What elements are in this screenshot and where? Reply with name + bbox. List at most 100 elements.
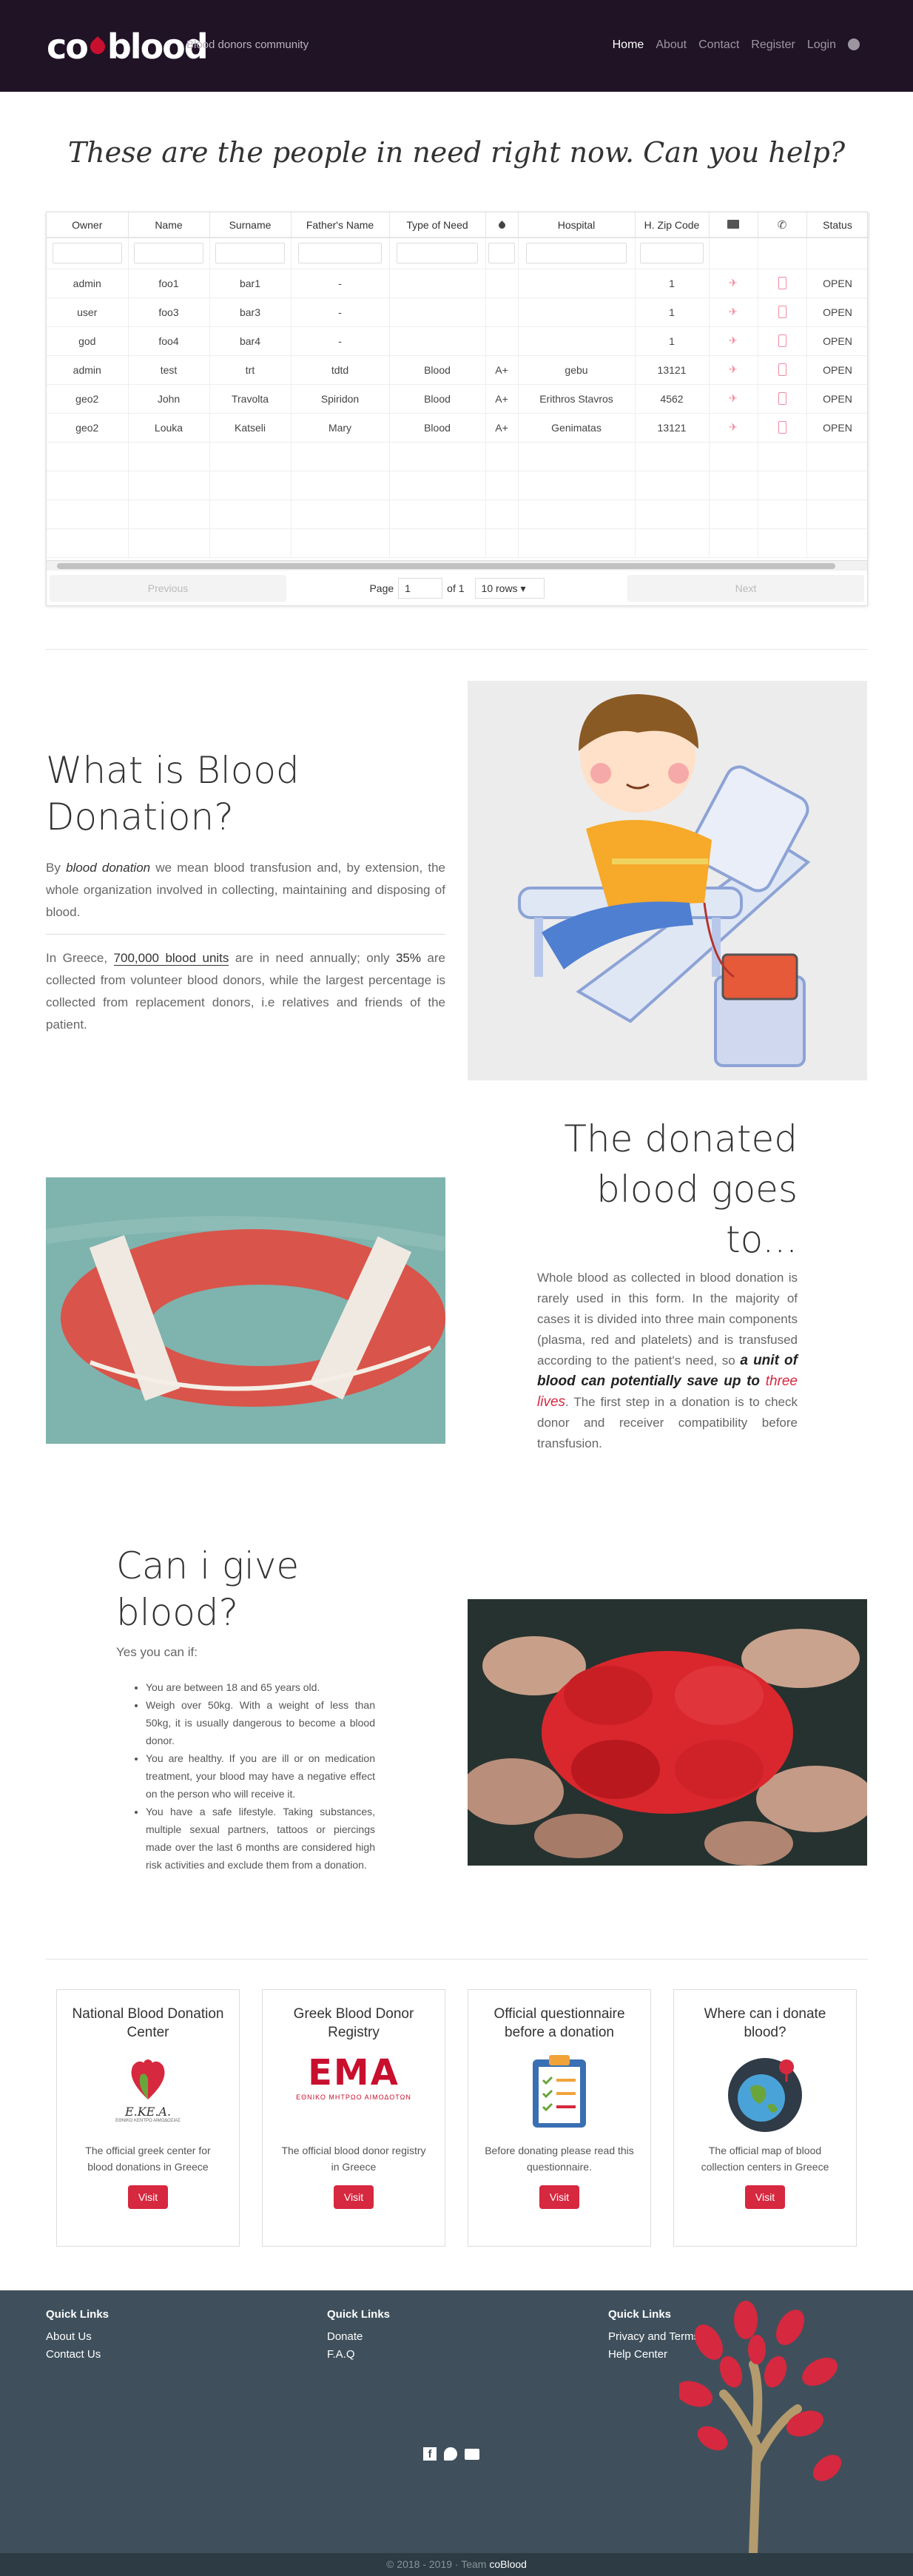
footer-link-about[interactable]: About Us	[46, 2328, 109, 2346]
table-cell	[518, 471, 636, 500]
mobile-phone-icon[interactable]	[778, 334, 786, 348]
card-text: The official blood donor registry in Gre…	[281, 2145, 426, 2173]
social-links: f	[423, 2447, 479, 2461]
table-cell: Katseli	[209, 413, 292, 443]
nav-about[interactable]: About	[656, 38, 687, 52]
facebook-icon[interactable]: f	[423, 2447, 437, 2461]
table-row[interactable]: admin test trt tdtd Blood A+ gebu 13121 ✈ OPEN	[47, 355, 869, 385]
mobile-phone-icon[interactable]	[778, 392, 786, 406]
table-cell: 4562	[635, 384, 710, 414]
send-email-icon[interactable]: ✈	[729, 334, 738, 346]
mobile-phone-icon[interactable]	[778, 277, 786, 290]
table-cell	[485, 471, 519, 500]
col-email[interactable]	[709, 212, 758, 238]
filter-surname-input[interactable]	[215, 243, 285, 264]
table-cell: geo2	[47, 413, 129, 443]
table-cell-phone	[758, 326, 807, 356]
filter-hospital-input[interactable]	[526, 243, 627, 264]
previous-button[interactable]: Previous	[50, 575, 286, 602]
filter-fathers-name-input[interactable]	[297, 243, 383, 264]
scroll-thumb[interactable]	[57, 563, 835, 569]
mobile-phone-icon[interactable]	[778, 363, 786, 377]
filter-name-input[interactable]	[134, 243, 203, 264]
globe-map-icon	[674, 2052, 856, 2135]
table-cell	[291, 528, 390, 558]
lifebuoy-image	[46, 1177, 445, 1444]
painted-hands-image	[468, 1599, 867, 1866]
table-row[interactable]: admin foo1 bar1- 1 ✈ OPEN	[47, 269, 869, 298]
mobile-phone-icon[interactable]	[778, 421, 786, 434]
visit-button[interactable]: Visit	[334, 2185, 374, 2209]
table-cell: user	[47, 297, 129, 327]
footer-link-faq[interactable]: F.A.Q	[327, 2346, 390, 2364]
filter-zip-input[interactable]	[640, 243, 704, 264]
table-cell-email: ✈	[709, 384, 758, 414]
card-text: The official greek center for blood dona…	[85, 2145, 211, 2173]
col-status[interactable]: Status	[806, 212, 869, 238]
empty-row	[47, 528, 869, 558]
card-donation-map: Where can i donate blood? The official m…	[673, 1989, 857, 2247]
card-donor-registry: Greek Blood Donor Registry ΕΜΑ ΕΘΝΙΚΟ ΜΗ…	[262, 1989, 445, 2247]
brand-tagline: Blood donors community	[186, 38, 309, 51]
col-phone[interactable]: ✆	[758, 212, 807, 238]
page-total: of 1	[447, 582, 465, 594]
nav-register[interactable]: Register	[751, 38, 795, 52]
send-email-icon[interactable]: ✈	[729, 306, 738, 317]
page-title: These are the people in need right now. …	[67, 136, 846, 169]
table-cell	[485, 528, 519, 558]
give-title: Can i give blood?	[116, 1544, 300, 1634]
filter-type-input[interactable]	[396, 243, 479, 264]
col-fathers-name[interactable]: Father's Name	[291, 212, 390, 238]
col-type-of-need[interactable]: Type of Need	[389, 212, 486, 238]
table-cell: geo2	[47, 384, 129, 414]
send-email-icon[interactable]: ✈	[729, 392, 738, 404]
send-email-icon[interactable]: ✈	[729, 277, 738, 289]
envelope-icon	[727, 219, 739, 229]
question-circle-icon[interactable]: ?	[848, 38, 860, 50]
nav-login[interactable]: Login	[807, 38, 836, 52]
table-cell: trt	[209, 355, 292, 385]
nav-home[interactable]: Home	[613, 38, 644, 52]
col-blood-type[interactable]	[485, 212, 519, 238]
table-cell: OPEN	[806, 297, 869, 327]
table-cell	[209, 528, 292, 558]
col-zip[interactable]: H. Zip Code	[635, 212, 710, 238]
table-row[interactable]: god foo4 bar4- 1 ✈ OPEN	[47, 326, 869, 356]
clipboard-icon	[468, 2052, 650, 2135]
table-cell: god	[47, 326, 129, 356]
table-cell	[806, 471, 869, 500]
col-surname[interactable]: Surname	[209, 212, 292, 238]
next-button[interactable]: Next	[627, 575, 864, 602]
team-link[interactable]: coBlood	[489, 2558, 527, 2570]
footer-link-contact[interactable]: Contact Us	[46, 2346, 109, 2364]
rows-select[interactable]: 10 rows ▾	[474, 578, 545, 599]
give-list: You are between 18 and 65 years old. Wei…	[146, 1678, 375, 1874]
table-cell	[389, 326, 486, 356]
col-name[interactable]: Name	[128, 212, 210, 238]
visit-button[interactable]: Visit	[128, 2185, 168, 2209]
table-row[interactable]: user foo3 bar3- 1 ✈ OPEN	[47, 297, 869, 327]
mobile-phone-icon[interactable]	[778, 306, 786, 319]
filter-owner-input[interactable]	[52, 243, 122, 264]
nav-contact[interactable]: Contact	[698, 38, 739, 52]
twitter-icon[interactable]	[444, 2447, 457, 2461]
rows-select-value: 10 rows	[481, 582, 518, 594]
envelope-icon[interactable]	[465, 2449, 479, 2460]
page-input[interactable]: 1	[398, 578, 443, 599]
footer-link-donate[interactable]: Donate	[327, 2328, 390, 2346]
send-email-icon[interactable]: ✈	[729, 363, 738, 375]
send-email-icon[interactable]: ✈	[729, 421, 738, 433]
table-cell: Erithros Stavros	[518, 384, 636, 414]
visit-button[interactable]: Visit	[539, 2185, 579, 2209]
table-cell: -	[291, 269, 390, 298]
table-row[interactable]: geo2 Louka Katseli Mary Blood A+ Genimatas 1312…	[47, 413, 869, 443]
goes-paragraph: Whole blood as collected in blood donati…	[537, 1271, 798, 1450]
col-hospital[interactable]: Hospital	[518, 212, 636, 238]
brand-logo[interactable]: co blood	[47, 28, 209, 65]
footer-col-2: Quick Links Donate F.A.Q	[327, 2308, 390, 2364]
filter-blood-input[interactable]	[488, 243, 516, 264]
visit-button[interactable]: Visit	[745, 2185, 785, 2209]
horizontal-scrollbar[interactable]	[47, 560, 867, 571]
col-owner[interactable]: Owner	[47, 212, 129, 238]
table-row[interactable]: geo2 John Travolta Spiridon Blood A+ Erithros …	[47, 384, 869, 414]
